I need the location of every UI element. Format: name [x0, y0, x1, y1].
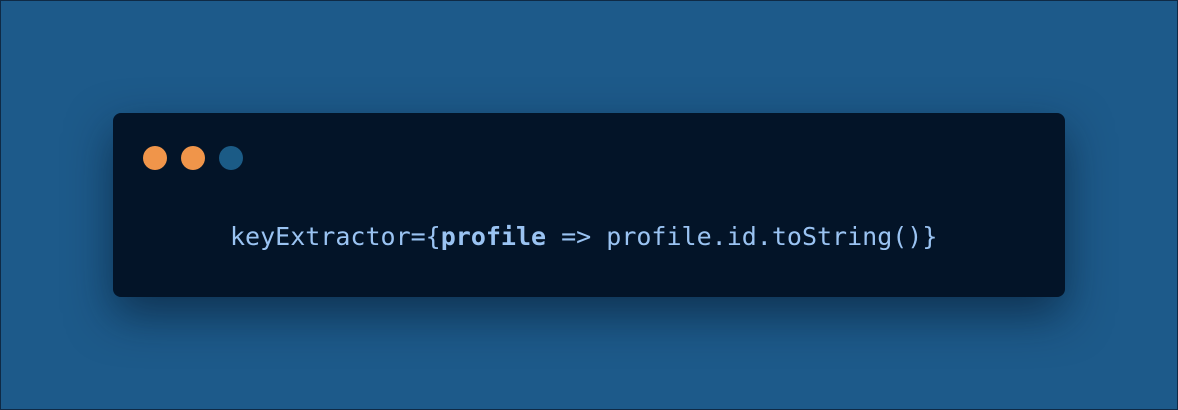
code-prefix: keyExtractor={ — [230, 222, 441, 251]
window-dot-minimize[interactable] — [181, 146, 205, 170]
code-line: keyExtractor={profile => profile.id.toSt… — [230, 219, 937, 255]
window-controls — [143, 146, 243, 170]
code-rest: => profile.id.toString()} — [546, 222, 938, 251]
window-dot-maximize[interactable] — [219, 146, 243, 170]
code-param: profile — [440, 222, 547, 251]
code-window: keyExtractor={profile => profile.id.toSt… — [113, 113, 1065, 297]
window-dot-close[interactable] — [143, 146, 167, 170]
